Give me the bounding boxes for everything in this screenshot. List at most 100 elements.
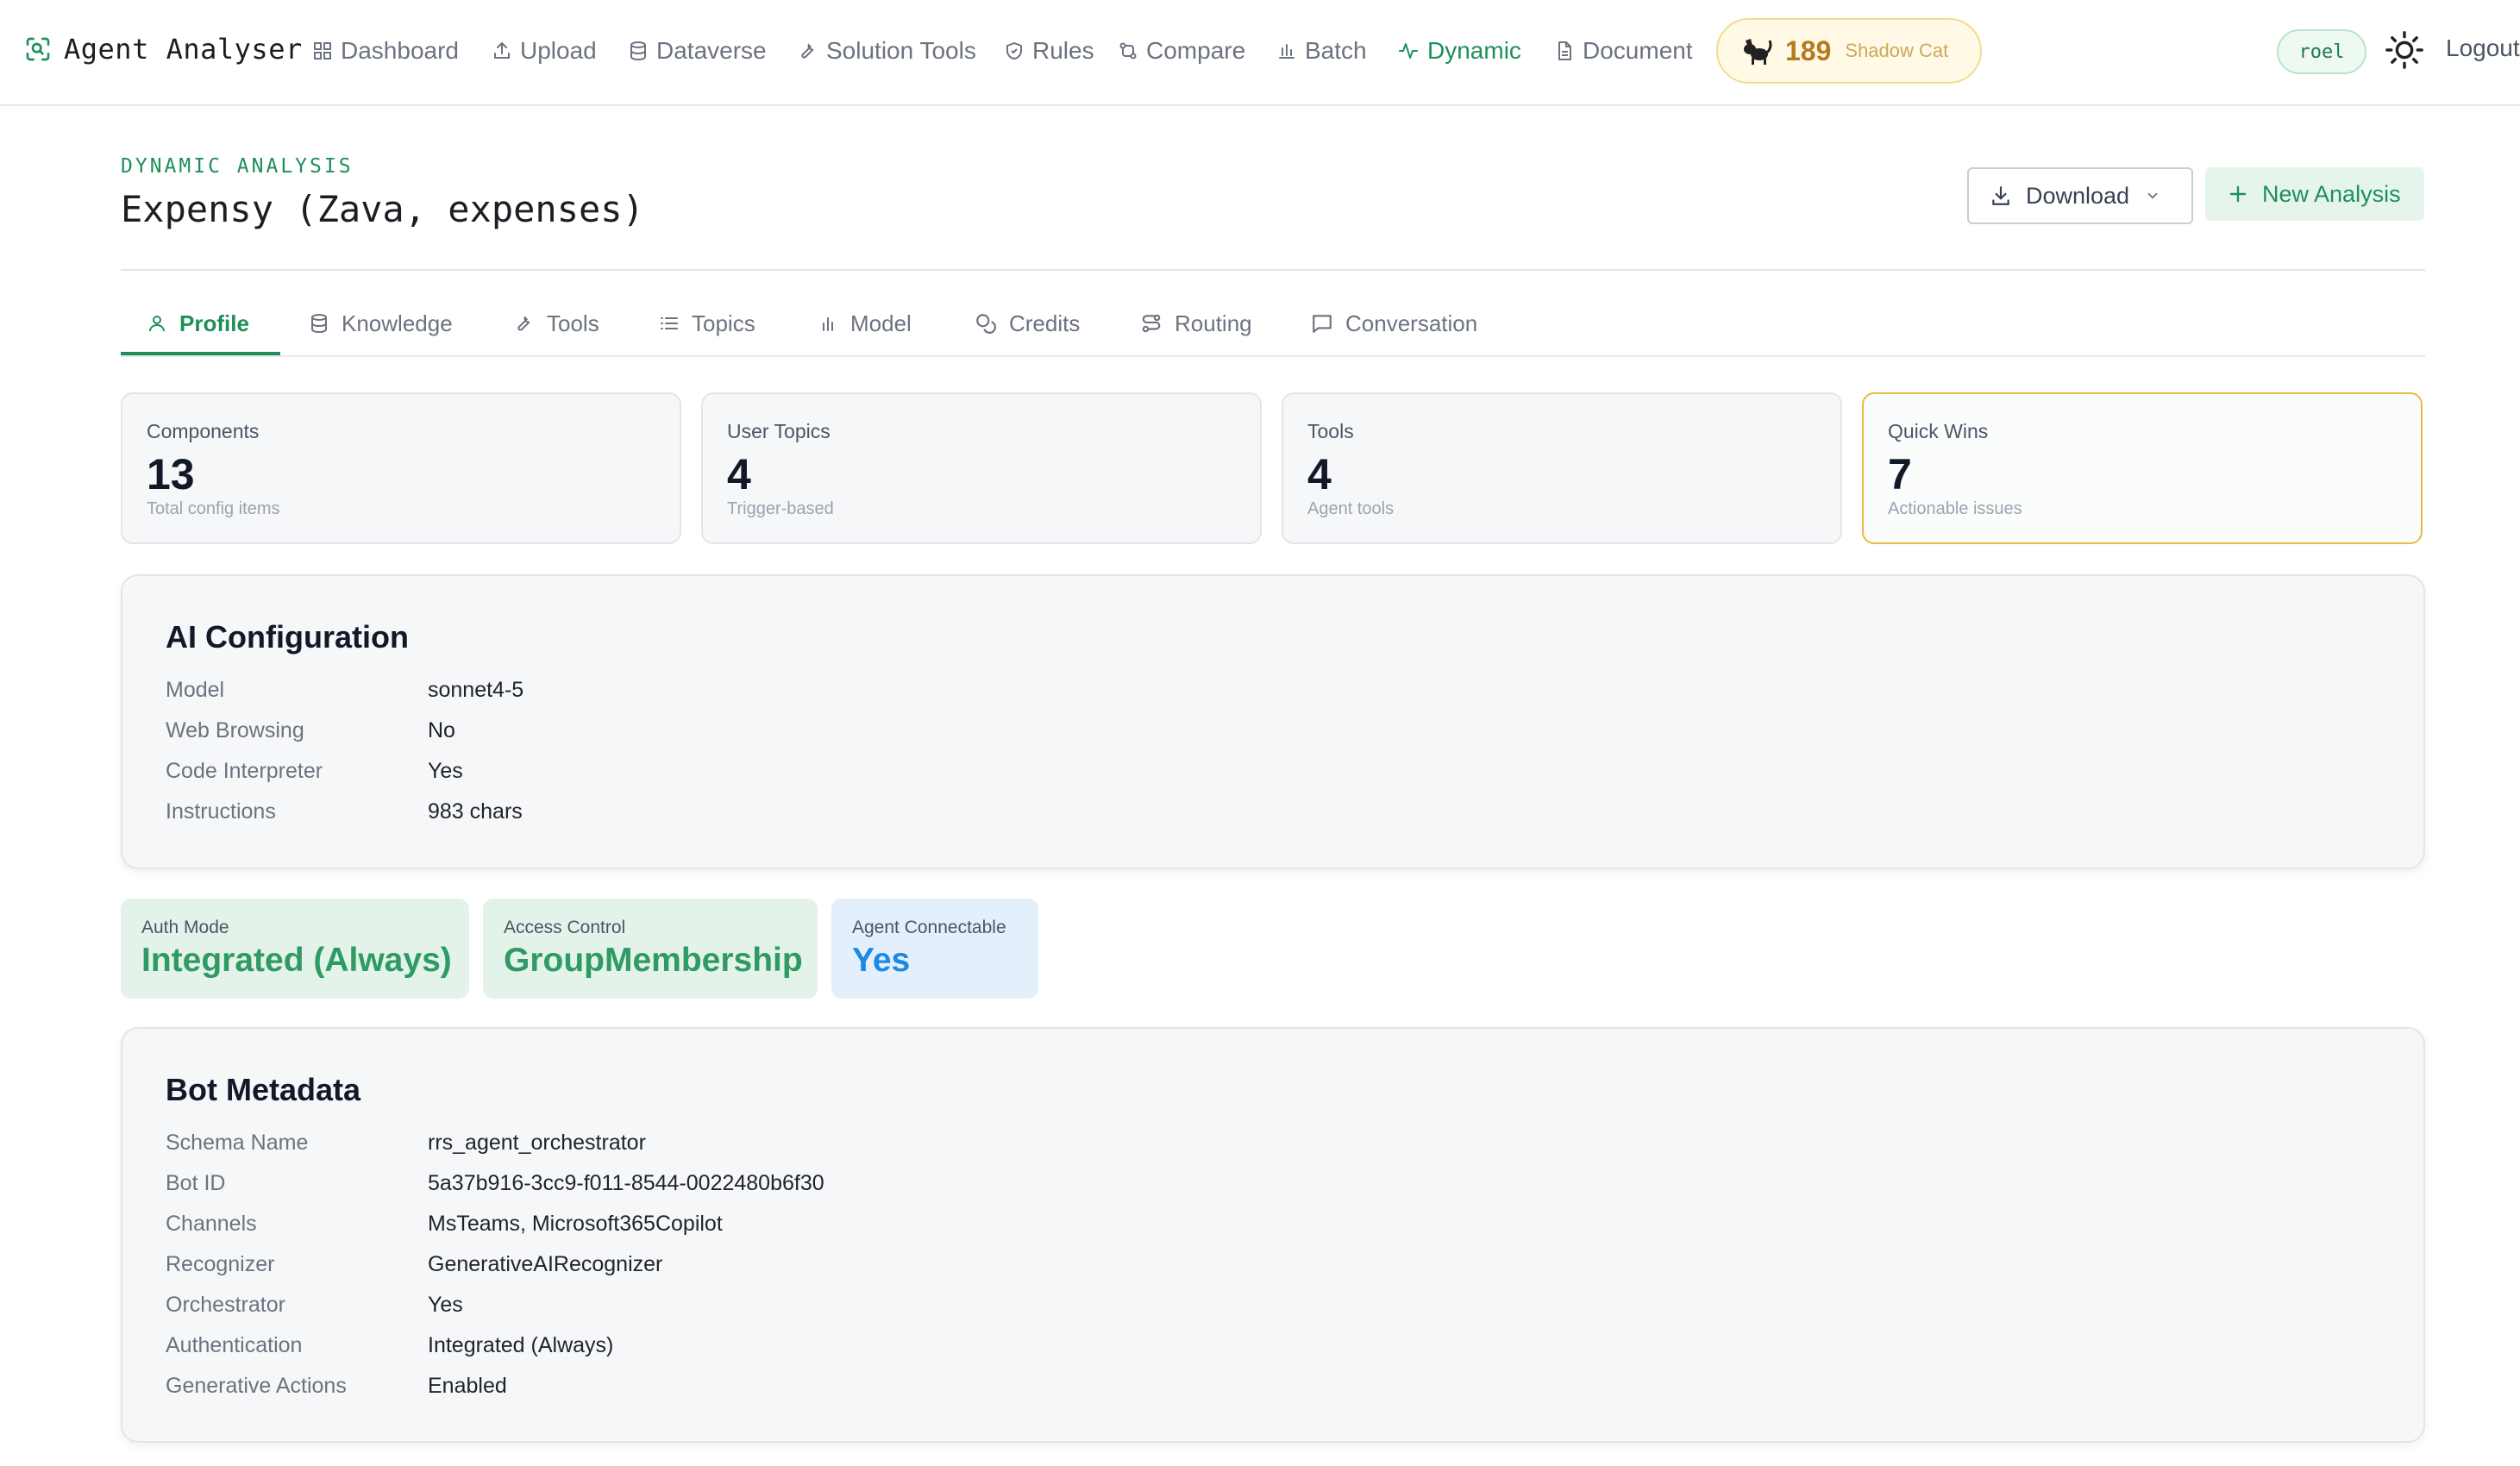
auth-mode-badge: Auth Mode Integrated (Always) bbox=[121, 899, 469, 999]
row-value: Yes bbox=[428, 758, 463, 783]
stat-value: 4 bbox=[727, 450, 751, 498]
metadata-row-channels: Channels MsTeams, Microsoft365Copilot bbox=[166, 1206, 723, 1241]
database-icon bbox=[628, 41, 656, 61]
new-analysis-button[interactable]: New Analysis bbox=[2205, 167, 2424, 221]
metadata-row-authentication: Authentication Integrated (Always) bbox=[166, 1328, 613, 1363]
stat-value: 13 bbox=[147, 450, 195, 498]
download-icon bbox=[1990, 185, 2012, 207]
score-pill[interactable]: 189 Shadow Cat bbox=[1716, 18, 1982, 84]
brand[interactable]: Agent Analyser bbox=[24, 33, 303, 66]
chevron-down-icon bbox=[2145, 188, 2160, 204]
nav-batch[interactable]: Batch bbox=[1276, 33, 1367, 69]
nav-batch-label: Batch bbox=[1305, 37, 1367, 64]
nav-compare[interactable]: Compare bbox=[1118, 33, 1245, 69]
ai-config-row-model: Model sonnet4-5 bbox=[166, 673, 523, 707]
nav-dataverse-label: Dataverse bbox=[656, 37, 767, 64]
tab-topics[interactable]: Topics bbox=[659, 293, 755, 354]
nav-upload-label: Upload bbox=[520, 37, 597, 64]
document-icon bbox=[1554, 41, 1583, 61]
score-value: 189 bbox=[1785, 34, 1832, 66]
stat-card-quick-wins[interactable]: Quick Wins 7 Actionable issues bbox=[1862, 392, 2423, 544]
tab-tools[interactable]: Tools bbox=[514, 293, 599, 354]
stat-label: User Topics bbox=[727, 420, 831, 442]
metadata-row-recognizer: Recognizer GenerativeAIRecognizer bbox=[166, 1247, 662, 1281]
tab-conversation[interactable]: Conversation bbox=[1311, 293, 1477, 354]
nav-dashboard[interactable]: Dashboard bbox=[312, 33, 459, 69]
row-value: GenerativeAIRecognizer bbox=[428, 1251, 663, 1276]
nav-dynamic[interactable]: Dynamic bbox=[1397, 33, 1521, 69]
nav-solution-tools[interactable]: Solution Tools bbox=[798, 33, 976, 69]
stat-subtitle: Trigger-based bbox=[727, 499, 834, 518]
tab-profile[interactable]: Profile bbox=[147, 293, 249, 354]
user-badge[interactable]: roel bbox=[2277, 29, 2366, 74]
row-key: Code Interpreter bbox=[166, 758, 323, 783]
plus-icon bbox=[2228, 184, 2248, 204]
badge-label: Access Control bbox=[504, 918, 626, 937]
nav-dashboard-label: Dashboard bbox=[341, 37, 459, 64]
nav-upload[interactable]: Upload bbox=[492, 33, 597, 69]
badge-value: GroupMembership bbox=[504, 942, 803, 979]
tab-tools-label: Tools bbox=[547, 310, 599, 336]
nav-rules-label: Rules bbox=[1032, 37, 1094, 64]
stat-value: 4 bbox=[1307, 450, 1332, 498]
tab-routing-label: Routing bbox=[1175, 310, 1252, 336]
analyser-logo-icon bbox=[24, 35, 52, 63]
bar-chart-icon bbox=[818, 313, 850, 334]
stat-card-components: Components 13 Total config items bbox=[121, 392, 681, 544]
tab-profile-label: Profile bbox=[179, 310, 249, 336]
badge-label: Auth Mode bbox=[141, 918, 229, 937]
row-value: Yes bbox=[428, 1292, 463, 1317]
access-control-badge: Access Control GroupMembership bbox=[483, 899, 818, 999]
stat-value: 7 bbox=[1888, 450, 1912, 498]
agent-connectable-badge: Agent Connectable Yes bbox=[831, 899, 1038, 999]
ai-configuration-panel: AI Configuration Model sonnet4-5 Web Bro… bbox=[121, 574, 2425, 869]
row-value: Integrated (Always) bbox=[428, 1332, 614, 1357]
database-icon bbox=[309, 313, 342, 334]
analysis-tabs: Profile Knowledge Tools Topics Model Cre… bbox=[121, 293, 2425, 357]
tab-routing[interactable]: Routing bbox=[1140, 293, 1252, 354]
active-tab-indicator bbox=[121, 352, 280, 355]
nav-rules[interactable]: Rules bbox=[1004, 33, 1094, 69]
stat-card-user-topics: User Topics 4 Trigger-based bbox=[701, 392, 1262, 544]
coins-icon bbox=[975, 312, 1009, 335]
tab-model[interactable]: Model bbox=[818, 293, 912, 354]
tab-knowledge[interactable]: Knowledge bbox=[309, 293, 453, 354]
nav-solution-tools-label: Solution Tools bbox=[826, 37, 976, 64]
row-value: rrs_agent_orchestrator bbox=[428, 1130, 646, 1155]
row-value: Enabled bbox=[428, 1373, 507, 1398]
row-key: Instructions bbox=[166, 799, 276, 824]
upload-icon bbox=[492, 41, 520, 61]
page-eyebrow: DYNAMIC ANALYSIS bbox=[121, 155, 354, 178]
row-value: 5a37b916-3cc9-f011-8544-0022480b6f30 bbox=[428, 1170, 824, 1195]
download-button[interactable]: Download bbox=[1967, 167, 2193, 224]
stat-card-tools: Tools 4 Agent tools bbox=[1282, 392, 1842, 544]
message-icon bbox=[1311, 312, 1345, 335]
row-key: Channels bbox=[166, 1211, 257, 1236]
logout-link[interactable]: Logout bbox=[2446, 34, 2520, 62]
nav-compare-label: Compare bbox=[1146, 37, 1246, 64]
stat-label: Tools bbox=[1307, 420, 1354, 442]
ai-config-row-web-browsing: Web Browsing No bbox=[166, 713, 455, 748]
row-value: MsTeams, Microsoft365Copilot bbox=[428, 1211, 723, 1236]
app-title: Agent Analyser bbox=[64, 33, 303, 66]
theme-toggle-button[interactable] bbox=[2385, 30, 2424, 70]
bot-metadata-panel: Bot Metadata Schema Name rrs_agent_orche… bbox=[121, 1027, 2425, 1443]
wrench-icon bbox=[514, 313, 547, 334]
nav-dataverse[interactable]: Dataverse bbox=[628, 33, 767, 69]
nav-document[interactable]: Document bbox=[1554, 33, 1693, 69]
badge-label: Agent Connectable bbox=[852, 918, 1006, 937]
badge-value: Integrated (Always) bbox=[141, 942, 452, 979]
activity-icon bbox=[1397, 41, 1427, 61]
tab-credits-label: Credits bbox=[1009, 310, 1081, 336]
ai-config-row-code-interpreter: Code Interpreter Yes bbox=[166, 754, 463, 788]
tab-conversation-label: Conversation bbox=[1345, 310, 1478, 336]
tab-knowledge-label: Knowledge bbox=[342, 310, 453, 336]
stat-subtitle: Agent tools bbox=[1307, 499, 1395, 518]
shield-icon bbox=[1004, 41, 1032, 61]
row-key: Bot ID bbox=[166, 1170, 226, 1195]
badge-value: Yes bbox=[852, 942, 911, 979]
cat-icon bbox=[1739, 35, 1773, 66]
tab-credits[interactable]: Credits bbox=[975, 293, 1080, 354]
route-icon bbox=[1140, 312, 1175, 335]
row-key: Orchestrator bbox=[166, 1292, 285, 1317]
